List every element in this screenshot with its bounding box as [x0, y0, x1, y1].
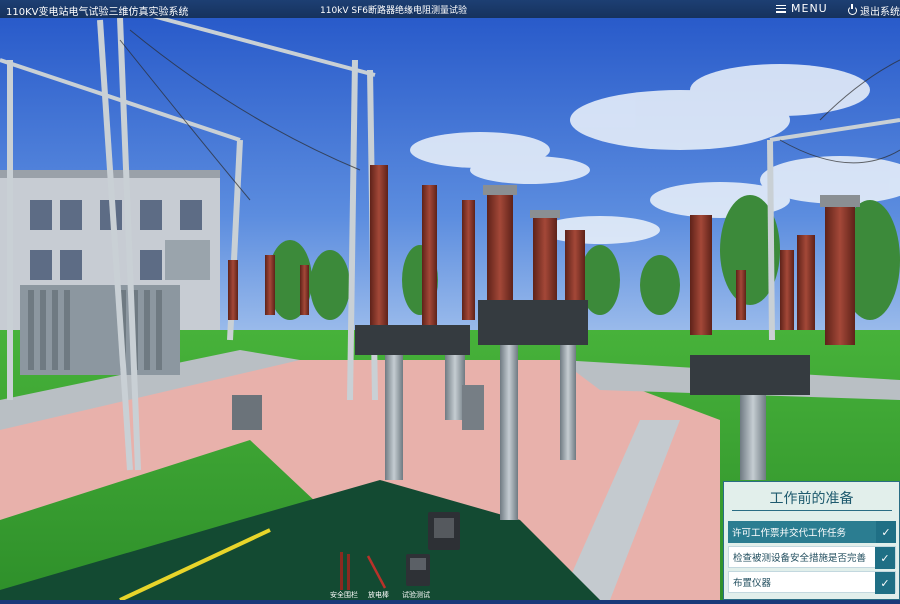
task-label: 许可工作票并交代工作任务 [732, 528, 847, 539]
tool-label-rod[interactable]: 放电棒 [368, 590, 389, 600]
checkmark-icon: ✓ [875, 572, 895, 594]
menu-button[interactable]: MENU [776, 2, 828, 15]
power-icon [848, 4, 857, 15]
exit-label: 退出系统 [860, 7, 900, 18]
task-label: 布置仪器 [733, 578, 772, 589]
menu-label: MENU [791, 2, 828, 15]
tool-label-tester[interactable]: 试验测试 [402, 590, 430, 600]
task-item[interactable]: 检查被测设备安全措施是否完善 ✓ [728, 546, 896, 569]
hamburger-icon [776, 4, 786, 13]
task-label: 检查被测设备安全措施是否完善 [733, 553, 867, 564]
task-item[interactable]: 许可工作票并交代工作任务 ✓ [728, 521, 896, 543]
scene-title: 110kV SF6断路器绝缘电阻测量试验 [320, 6, 468, 16]
title-divider [732, 510, 892, 511]
tool-shelf: 安全围栏 放电棒 试验测试 [330, 548, 440, 600]
checkmark-icon: ✓ [875, 547, 895, 569]
app-title: 110KV变电站电气试验三维仿真实验系统 [6, 7, 189, 18]
top-bar: 110KV变电站电气试验三维仿真实验系统 110kV SF6断路器绝缘电阻测量试… [0, 0, 900, 18]
checkmark-icon: ✓ [876, 521, 896, 543]
tool-label-fence[interactable]: 安全围栏 [330, 590, 358, 600]
task-panel: 工作前的准备 许可工作票并交代工作任务 ✓ 检查被测设备安全措施是否完善 ✓ 布… [723, 481, 900, 600]
panel-title: 工作前的准备 [769, 491, 854, 507]
task-item[interactable]: 布置仪器 ✓ [728, 571, 896, 594]
exit-button[interactable]: 退出系统 [848, 3, 900, 18]
safety-fence-icon [340, 552, 343, 590]
discharge-rod-icon [366, 555, 387, 589]
